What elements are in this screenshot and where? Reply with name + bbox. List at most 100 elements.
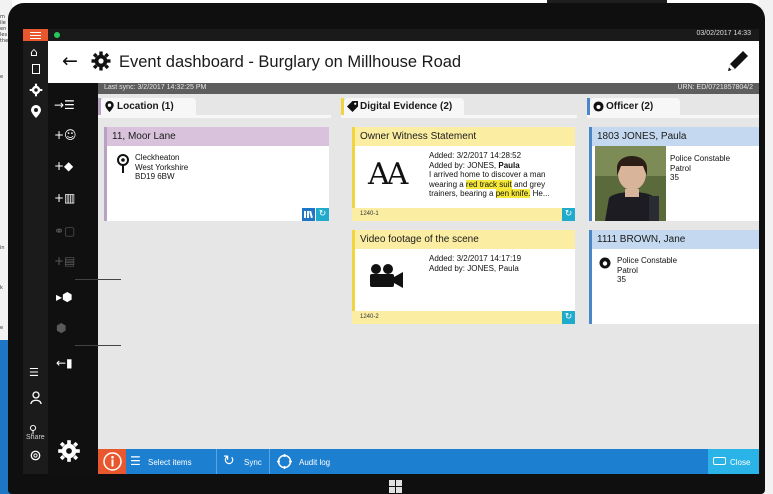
tab-officer[interactable]: Officer (2) <box>590 98 680 115</box>
address-line: Cleckheaton <box>135 153 180 162</box>
location-column: Location (1) 11, Moor Lane Cleckheaton W… <box>98 94 331 449</box>
add-list-icon[interactable]: →☰ <box>54 99 75 111</box>
evidence-column: Digital Evidence (2) Owner Witness State… <box>341 94 577 449</box>
card-header: Owner Witness Statement <box>352 127 575 146</box>
reference-number: 1240-2 <box>360 314 379 320</box>
card-stripe <box>104 127 107 221</box>
select-items-button[interactable]: ☰ Select items <box>126 449 216 474</box>
card-footer: 1240-2 <box>352 311 575 324</box>
sync-icon: ↻ <box>223 453 235 469</box>
close-button[interactable]: Close <box>708 449 759 474</box>
officer-rank: Police Constable <box>617 256 678 265</box>
card-header: 1803 JONES, Paula <box>589 127 759 146</box>
edit-pencil-icon[interactable] <box>724 49 750 75</box>
action-nav: →☰ +☺ +◆ +▥ ⚭▢ +▤ ▸⬢ ⬢ ←▮ <box>48 29 121 474</box>
clock: 03/02/2017 14:33 <box>696 30 752 37</box>
home-icon[interactable]: ⌂ <box>30 46 38 58</box>
add-note-icon: +▤ <box>54 254 76 268</box>
officer-unit: Patrol <box>617 265 638 275</box>
library-button[interactable] <box>302 208 315 221</box>
button-label: Close <box>730 458 751 467</box>
info-icon <box>103 452 122 471</box>
card-header: Video footage of the scene <box>352 230 575 249</box>
settings-icon[interactable] <box>29 449 42 462</box>
tab-digital-evidence[interactable]: Digital Evidence (2) <box>344 98 464 115</box>
card-title: Owner Witness Statement <box>360 131 477 142</box>
add-person-icon[interactable]: +☺ <box>54 129 77 141</box>
background-text: e <box>0 74 4 80</box>
evidence-card[interactable]: Video footage of the scene Added: 3/2/20… <box>352 230 575 324</box>
address-line: West Yorkshire <box>135 162 189 172</box>
expand-cube-icon[interactable]: ▸⬢ <box>56 291 73 303</box>
background-text: in <box>0 245 5 251</box>
tab-label: Location (1) <box>117 101 174 112</box>
card-footer: 1240-1 <box>352 208 575 221</box>
statement-text: I arrived home to discover a man <box>429 170 546 179</box>
new-document-icon[interactable]: ←▮ <box>56 357 73 369</box>
card-stripe <box>352 127 355 221</box>
audit-log-button[interactable]: Audit log <box>271 449 341 474</box>
app-screen: ⌂ ☰ ⚲ Share →☰ +☺ +◆ +▥ ⚭▢ +▤ ▸⬢ ⬢ ←▮ 03… <box>23 29 759 474</box>
location-card[interactable]: 11, Moor Lane Cleckheaton West Yorkshire… <box>104 127 329 221</box>
primary-nav: ⌂ ☰ ⚲ Share <box>23 29 48 474</box>
sync-info-bar: Last sync: 3/2/2017 14:32:25 PM URN: ED/… <box>98 83 759 94</box>
link-copy-icon: ⚭▢ <box>54 224 76 238</box>
sync-button[interactable]: ↻ <box>562 311 575 324</box>
page-title: Event dashboard - Burglary on Millhouse … <box>119 53 462 71</box>
location-pin-icon[interactable] <box>31 105 41 118</box>
share-gear-icon[interactable] <box>57 439 81 463</box>
tag-icon <box>347 101 358 112</box>
gear-icon[interactable] <box>29 83 43 97</box>
background-text: the <box>0 38 9 44</box>
officer-card[interactable]: 1111 BROWN, Jane Police Constable Patrol… <box>589 230 759 324</box>
location-pin-icon <box>105 101 114 112</box>
document-icon[interactable] <box>32 64 40 74</box>
add-tag-icon[interactable]: +◆ <box>54 160 73 172</box>
address-line: BD19 6BW <box>135 172 175 181</box>
back-arrow-icon[interactable]: ← <box>62 52 78 71</box>
added-date: Added: 3/2/2017 14:17:19 <box>429 254 522 263</box>
card-title: 1803 JONES, Paula <box>597 131 687 142</box>
card-stripe <box>352 230 355 324</box>
added-by: Added by: JONES, Paula <box>429 161 520 171</box>
officer-number: 35 <box>617 275 626 284</box>
highlight: pen knife. <box>495 189 531 198</box>
button-label: Audit log <box>299 458 331 467</box>
officer-list: 1803 JONES, Paula Police Constable Patro… <box>587 118 759 449</box>
info-button[interactable] <box>98 449 126 474</box>
sync-button[interactable]: ↻ <box>562 208 575 221</box>
close-icon <box>713 457 726 465</box>
background-text: k <box>0 285 3 291</box>
sync-all-button[interactable]: ↻ Sync <box>218 449 270 474</box>
windows-logo-icon[interactable] <box>389 480 402 493</box>
text-document-icon: AA <box>368 157 408 192</box>
books-icon <box>304 210 313 219</box>
user-icon[interactable] <box>30 391 42 404</box>
list-icon[interactable]: ☰ <box>29 367 39 379</box>
video-camera-icon <box>370 264 403 288</box>
reference-number: 1240-1 <box>360 211 379 217</box>
highlight: red track suit <box>465 179 512 189</box>
background-text: e <box>0 325 4 331</box>
officer-column: Officer (2) 1803 JONES, Paula Police Con… <box>587 94 759 449</box>
officer-rank: Police Constable <box>670 154 731 163</box>
location-list: 11, Moor Lane Cleckheaton West Yorkshire… <box>98 118 331 449</box>
statement-text: wearing a red track suit and grey <box>429 179 546 189</box>
added-date: Added: 3/2/2017 14:28:52 <box>429 151 522 160</box>
police-badge-icon <box>593 101 604 112</box>
last-sync-text: Last sync: 3/2/2017 14:32:25 PM <box>104 84 207 91</box>
bottom-toolbar: ☰ Select items ↻ Sync Audit log Close <box>98 449 759 474</box>
evidence-card[interactable]: Owner Witness Statement AA Added: 3/2/20… <box>352 127 575 221</box>
menu-button[interactable] <box>23 29 48 41</box>
officer-card[interactable]: 1803 JONES, Paula Police Constable Patro… <box>589 127 759 221</box>
police-badge-icon <box>599 257 611 269</box>
share-label: Share <box>26 434 45 441</box>
sync-button[interactable]: ↻ <box>316 208 329 221</box>
tablet-frame: ⌂ ☰ ⚲ Share →☰ +☺ +◆ +▥ ⚭▢ +▤ ▸⬢ ⬢ ←▮ 03… <box>8 3 765 494</box>
added-by-name: Paula <box>498 160 520 170</box>
tab-location[interactable]: Location (1) <box>101 98 196 115</box>
tab-label: Digital Evidence (2) <box>360 101 453 112</box>
add-library-icon[interactable]: +▥ <box>54 192 75 204</box>
status-bar: 03/02/2017 14:33 <box>48 29 759 41</box>
button-label: Select items <box>148 458 192 467</box>
